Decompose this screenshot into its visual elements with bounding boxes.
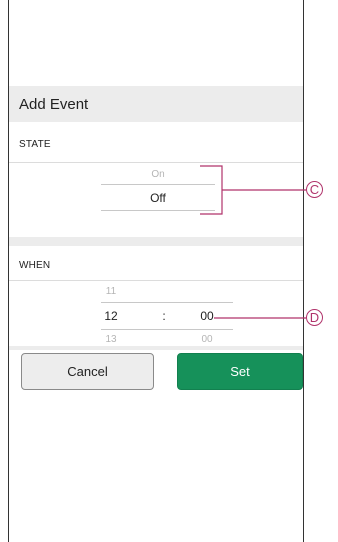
minute-below[interactable]: 00: [189, 334, 225, 345]
set-button-label: Set: [230, 364, 250, 379]
cancel-button[interactable]: Cancel: [21, 353, 154, 390]
callout-d-label: D: [309, 310, 320, 325]
picker-line: [101, 210, 215, 211]
state-section-label: STATE: [9, 132, 303, 156]
callout-d: D: [306, 309, 323, 326]
picker-line: [101, 302, 233, 303]
divider: [9, 162, 303, 163]
state-label-text: STATE: [19, 138, 51, 150]
divider: [9, 280, 303, 281]
state-option-off[interactable]: Off: [101, 191, 215, 205]
hour-below[interactable]: 13: [91, 334, 131, 345]
state-option-on[interactable]: On: [101, 169, 215, 180]
picker-line: [101, 329, 233, 330]
when-section-label: WHEN: [9, 254, 303, 276]
time-separator: :: [162, 309, 166, 323]
button-strip-top: [9, 346, 303, 350]
hour-above[interactable]: 11: [91, 286, 131, 297]
picker-line: [101, 184, 215, 185]
section-gap: [9, 237, 303, 246]
page-title: Add Event: [19, 95, 89, 113]
callout-c-label: C: [309, 182, 320, 197]
hour-selected[interactable]: 12: [91, 309, 131, 323]
callout-c: C: [306, 181, 323, 198]
minute-selected[interactable]: 00: [189, 309, 225, 323]
when-label-text: WHEN: [19, 259, 51, 271]
page-title-bar: Add Event: [9, 86, 303, 122]
phone-frame: Add Event STATE On Off WHEN 11 12 : 00 1…: [8, 0, 304, 542]
set-button[interactable]: Set: [177, 353, 303, 390]
cancel-button-label: Cancel: [67, 364, 108, 379]
